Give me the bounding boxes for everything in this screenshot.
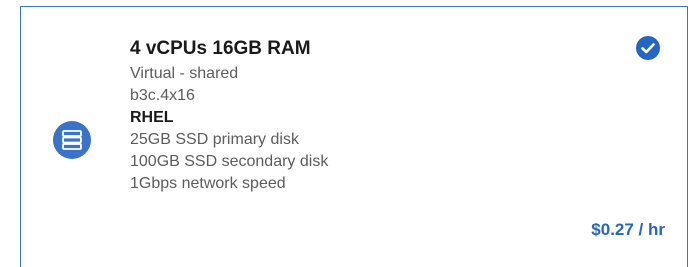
- server-primary-disk: 25GB SSD primary disk: [130, 131, 299, 148]
- server-os: RHEL: [130, 109, 174, 126]
- server-secondary-disk: 100GB SSD secondary disk: [130, 153, 329, 170]
- server-icon: [53, 121, 91, 159]
- server-network-speed: 1Gbps network speed: [130, 175, 286, 192]
- server-option-card[interactable]: 4 vCPUs 16GB RAM Virtual - shared b3c.4x…: [20, 6, 688, 267]
- server-type: Virtual - shared: [130, 65, 239, 82]
- server-price: $0.27 / hr: [591, 220, 665, 239]
- checkmark-circle-icon: [635, 35, 661, 61]
- server-profile: b3c.4x16: [130, 87, 195, 104]
- server-title: 4 vCPUs 16GB RAM: [130, 38, 311, 59]
- server-details: 4 vCPUs 16GB RAM Virtual - shared b3c.4x…: [130, 37, 550, 195]
